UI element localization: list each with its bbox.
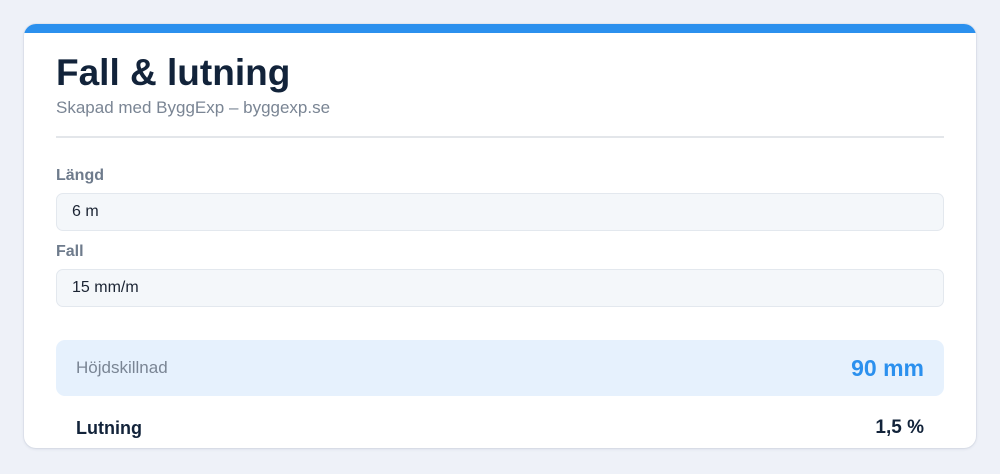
- accent-bar: [24, 24, 976, 33]
- length-label: Längd: [56, 167, 104, 184]
- page-title: Fall & lutning: [56, 52, 291, 93]
- fall-input[interactable]: [56, 269, 944, 307]
- length-input[interactable]: [56, 193, 944, 231]
- fall-label: Fall: [56, 243, 84, 260]
- calculator-card: Fall & lutning Skapad med ByggExp – bygg…: [24, 24, 976, 448]
- slope-value: 1,5 %: [875, 417, 924, 438]
- header-divider: [56, 136, 944, 138]
- slope-label: Lutning: [76, 418, 142, 438]
- height-difference-label: Höjdskillnad: [76, 358, 168, 377]
- page-subtitle: Skapad med ByggExp – byggexp.se: [56, 98, 331, 117]
- height-difference-value: 90 mm: [851, 355, 924, 381]
- height-difference-result: Höjdskillnad 90 mm: [56, 340, 944, 396]
